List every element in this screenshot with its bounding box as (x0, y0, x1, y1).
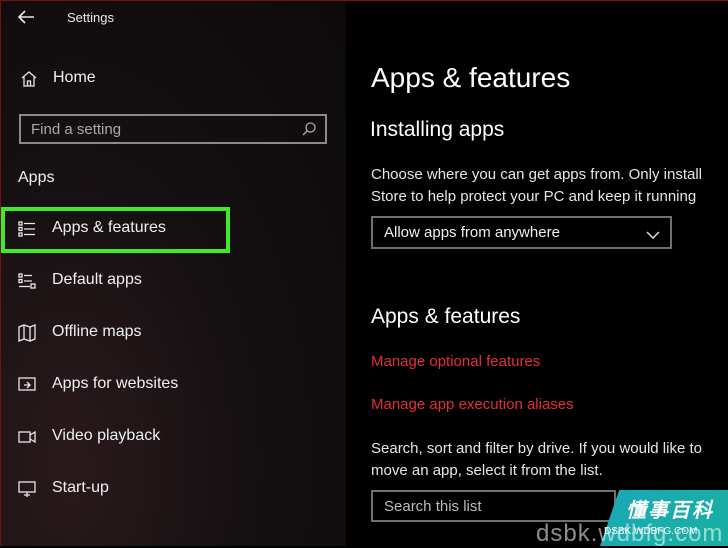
window-frame (0, 0, 728, 546)
